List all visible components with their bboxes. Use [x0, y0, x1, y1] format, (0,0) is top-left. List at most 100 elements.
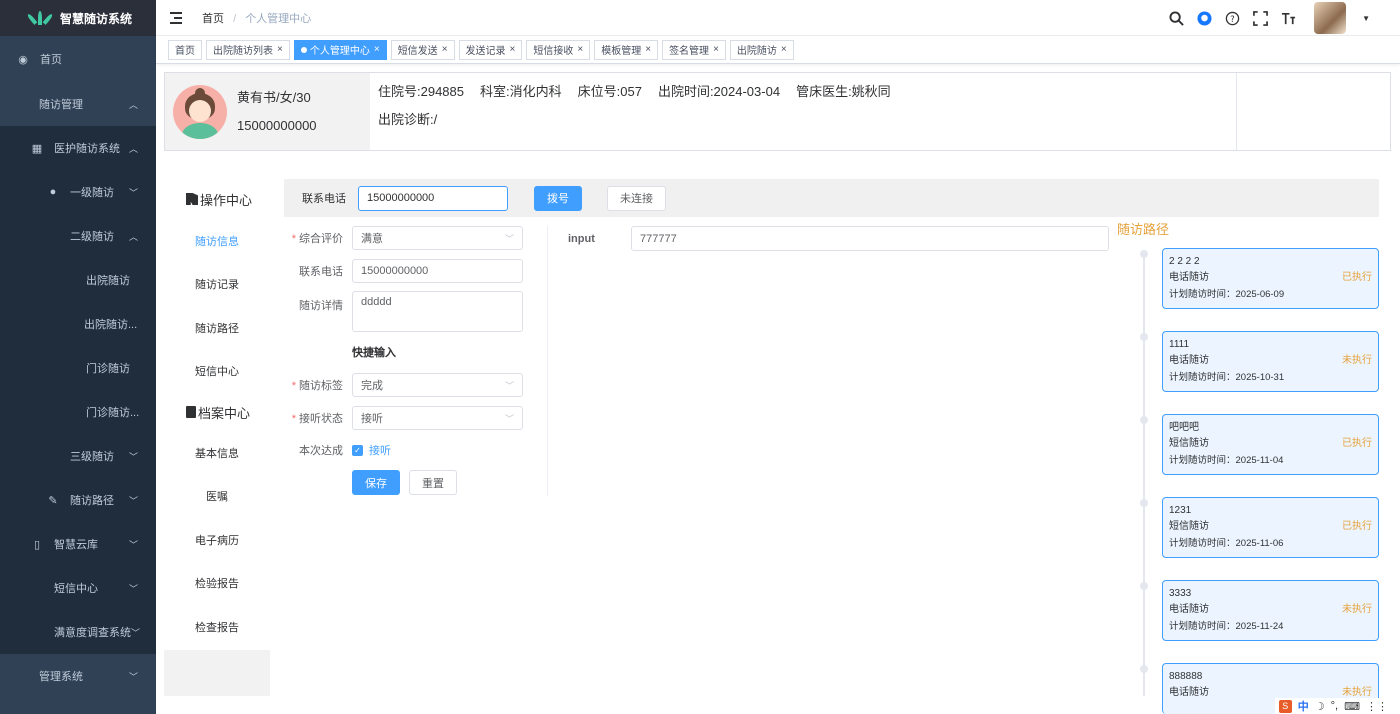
menu-grid-icon[interactable]: ⋮⋮: [1366, 700, 1388, 713]
dashboard-icon: ◉: [18, 53, 28, 66]
tag-template-mgmt[interactable]: 模板管理 ×: [594, 39, 659, 60]
op-item-lab-report[interactable]: 检验报告: [164, 562, 270, 606]
phone-input[interactable]: [358, 185, 508, 211]
sidebar-item-outpatient[interactable]: 门诊随访: [0, 346, 156, 390]
timeline-card-title: 3333: [1169, 588, 1192, 599]
achieved-checkbox-label[interactable]: 接听: [369, 442, 391, 458]
save-button[interactable]: 保存: [352, 470, 400, 495]
sidebar: 智慧随访系统 ◉ 首页 随访管理 ︿ ▦ 医护随访系统 ︿ ● 一级随访 ﹀ 二…: [0, 0, 156, 714]
sidebar-item-nursing-system[interactable]: ▦ 医护随访系统 ︿: [0, 126, 156, 170]
tag-label: 随访标签: [299, 380, 343, 392]
patient-avatar: [173, 84, 227, 139]
sidebar-item-home[interactable]: ◉ 首页: [0, 36, 156, 82]
timeline-card[interactable]: 3333 电话随访 未执行 计划随访时间：2025-11-24: [1162, 580, 1379, 641]
quick-input-label[interactable]: 快捷输入: [352, 344, 396, 360]
op-item-followup-records[interactable]: 随访记录: [164, 263, 270, 307]
tag-select[interactable]: 完成 ﹀: [352, 373, 523, 397]
timeline-card-type: 电话随访: [1169, 687, 1209, 698]
tag-send-records[interactable]: 发送记录 ×: [458, 39, 523, 60]
answer-select[interactable]: 接听 ﹀: [352, 406, 523, 430]
close-icon[interactable]: ×: [713, 44, 719, 55]
detail-textarea[interactable]: ddddd: [352, 291, 523, 332]
punctuation-icon[interactable]: °,: [1331, 700, 1338, 712]
phone-label: 联系电话: [302, 193, 346, 205]
search-icon[interactable]: [1168, 10, 1184, 26]
op-item-followup-path[interactable]: 随访路径: [164, 306, 270, 350]
tag-discharge-list[interactable]: 出院随访列表 ×: [206, 39, 290, 60]
timeline-card[interactable]: 吧吧吧 短信随访 已执行 计划随访时间：2025-11-04: [1162, 414, 1379, 475]
logo-leaf-icon: [26, 11, 54, 25]
sidebar-item-discharge[interactable]: 出院随访: [0, 258, 156, 302]
timeline-card[interactable]: 1231 短信随访 已执行 计划随访时间：2025-11-06: [1162, 497, 1379, 558]
tag-personal-center[interactable]: 个人管理中心 ×: [293, 39, 387, 60]
tag-label: 模板管理: [601, 46, 642, 57]
timeline-card-status: 未执行: [1342, 604, 1372, 615]
close-icon[interactable]: ×: [442, 44, 448, 55]
timeline-node: [1140, 582, 1148, 590]
time-prefix: 计划随访时间：: [1169, 455, 1236, 466]
form-phone-input[interactable]: 15000000000: [352, 259, 523, 283]
sidebar-item-outpatient-2[interactable]: 门诊随访...: [0, 390, 156, 434]
tag-signature-mgmt[interactable]: 签名管理 ×: [662, 39, 726, 60]
breadcrumb: 首页 / 个人管理中心: [202, 10, 311, 26]
ime-tray: S 中 ☽ °, ⌨ ⋮⋮: [1274, 698, 1392, 714]
operation-menu: 操作中心 随访信息 随访记录 随访路径 短信中心 档案中心 基本信息 医嘱 电子…: [164, 179, 270, 696]
op-item-followup-info[interactable]: 随访信息: [164, 219, 270, 263]
reset-button[interactable]: 重置: [409, 470, 457, 495]
fullscreen-icon[interactable]: [1252, 10, 1268, 26]
sidebar-item-admin[interactable]: 管理系统 ﹀: [0, 654, 156, 698]
sidebar-item-level2[interactable]: 二级随访 ︿: [0, 214, 156, 258]
connection-status-button[interactable]: 未连接: [607, 185, 666, 211]
caret-down-icon[interactable]: ▼: [1362, 14, 1370, 23]
timeline-card-status: 已执行: [1342, 438, 1372, 449]
avatar[interactable]: [1314, 2, 1347, 34]
breadcrumb-home[interactable]: 首页: [202, 13, 224, 25]
check-icon[interactable]: ✓: [352, 444, 363, 456]
font-size-icon[interactable]: [1280, 10, 1296, 26]
dial-button[interactable]: 拨号: [534, 185, 582, 211]
chevron-down-icon: ﹀: [504, 233, 514, 244]
sidebar-item-level3[interactable]: 三级随访 ﹀: [0, 434, 156, 478]
help-icon[interactable]: ?: [1224, 10, 1240, 26]
timeline-card[interactable]: 1111 电话随访 未执行 计划随访时间：2025-10-31: [1162, 331, 1379, 392]
sidebar-item-label: 门诊随访: [86, 363, 130, 375]
extra-input[interactable]: 777777: [631, 226, 1109, 251]
grid-icon: ▦: [31, 142, 43, 155]
close-icon[interactable]: ×: [577, 44, 583, 55]
close-icon[interactable]: ×: [510, 44, 516, 55]
tag-sms-send[interactable]: 短信发送 ×: [390, 39, 455, 60]
tag-home[interactable]: 首页: [168, 39, 202, 60]
close-icon[interactable]: ×: [645, 44, 651, 55]
op-item-exam-report[interactable]: 检查报告: [164, 605, 270, 649]
moon-icon[interactable]: ☽: [1315, 700, 1325, 713]
op-item-basic-info[interactable]: 基本信息: [164, 431, 270, 475]
keyboard-icon[interactable]: ⌨: [1344, 700, 1360, 713]
tag-discharge-followup[interactable]: 出院随访 ×: [729, 39, 794, 60]
op-item-emr[interactable]: 电子病历: [164, 518, 270, 562]
timeline-card[interactable]: 2 2 2 2 电话随访 已执行 计划随访时间：2025-06-09: [1162, 248, 1379, 309]
github-icon[interactable]: [1196, 10, 1212, 26]
form-row-achieved: 本次达成 ✓ 接听: [284, 442, 548, 458]
sidebar-item-survey[interactable]: 满意度调查系统 ﹀: [0, 610, 156, 654]
close-icon[interactable]: ×: [781, 44, 787, 55]
close-icon[interactable]: ×: [374, 44, 380, 55]
sogou-icon[interactable]: S: [1278, 699, 1292, 713]
tag-sms-receive[interactable]: 短信接收 ×: [526, 39, 591, 60]
hamburger-icon[interactable]: [170, 11, 184, 24]
sidebar-item-discharge-2[interactable]: 出院随访...: [0, 302, 156, 346]
close-icon[interactable]: ×: [277, 44, 283, 55]
timeline-card-type: 电话随访: [1169, 604, 1209, 615]
sidebar-item-level1[interactable]: ● 一级随访 ﹀: [0, 170, 156, 214]
sidebar-item-sms[interactable]: 短信中心 ﹀: [0, 566, 156, 610]
sidebar-item-path[interactable]: ✎ 随访路径 ﹀: [0, 478, 156, 522]
patient-phone: 15000000000: [237, 117, 317, 133]
tag-label: 签名管理: [669, 46, 710, 57]
sidebar-item-followup-mgmt[interactable]: 随访管理 ︿: [0, 82, 156, 126]
sidebar-item-cloud-lib[interactable]: ▯ 智慧云库 ﹀: [0, 522, 156, 566]
ime-lang[interactable]: 中: [1298, 698, 1309, 714]
op-item-sms-center[interactable]: 短信中心: [164, 350, 270, 394]
breadcrumb-separator: /: [233, 12, 237, 25]
app-logo[interactable]: 智慧随访系统: [0, 0, 156, 36]
overall-select[interactable]: 满意 ﹀: [352, 226, 523, 250]
op-item-orders[interactable]: 医嘱: [164, 475, 270, 519]
